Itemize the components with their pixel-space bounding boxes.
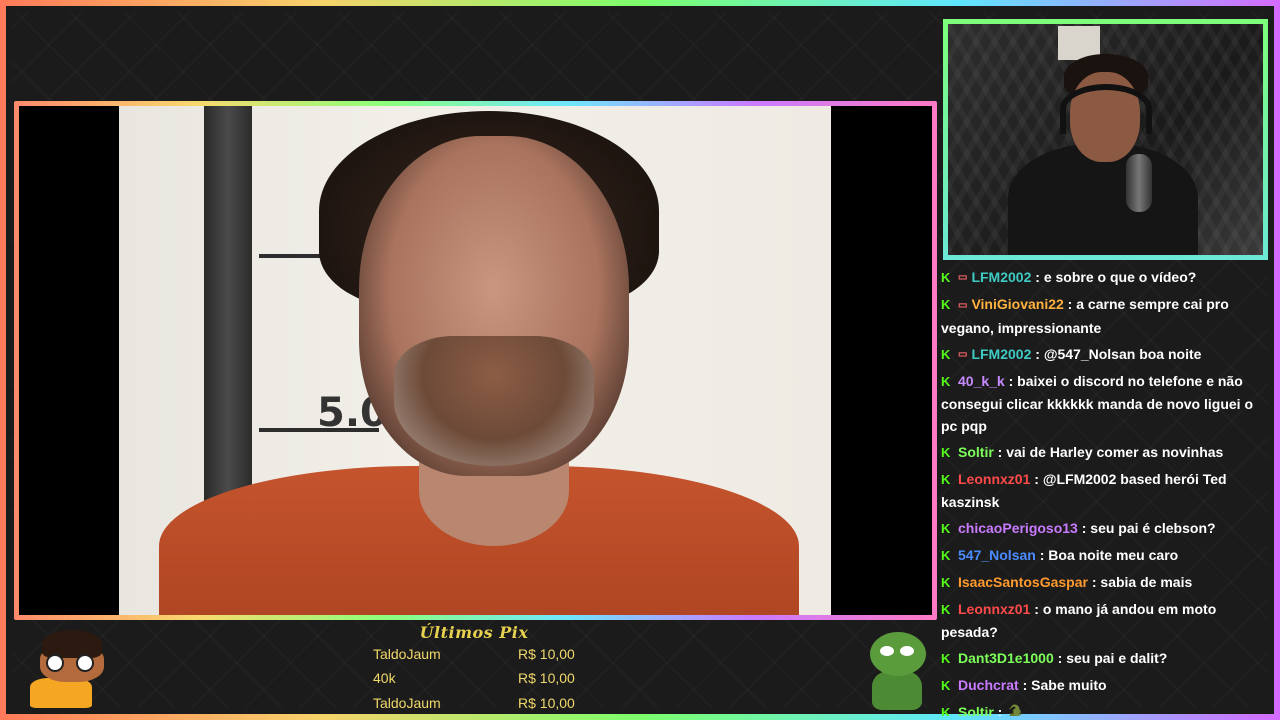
- subscriber-badge-icon: ▭: [958, 348, 968, 360]
- chat-message: K Duchcrat : Sabe muito: [941, 674, 1271, 697]
- chat-message: K ▭ LFM2002 : @547_Nolsan boa noite: [941, 343, 1271, 366]
- pix-amount: R$ 10,00: [518, 646, 575, 662]
- chat-username[interactable]: Leonnxz01: [958, 601, 1030, 617]
- chat-text: sabia de mais: [1100, 573, 1193, 590]
- chat-username[interactable]: IsaacSantosGaspar: [958, 574, 1088, 590]
- webcam-feed[interactable]: [948, 24, 1263, 255]
- chat-username[interactable]: LFM2002: [971, 346, 1031, 362]
- pepe-frog-icon: [866, 632, 928, 712]
- main-video[interactable]: 5 5.0: [19, 106, 932, 615]
- chat-message: K IsaacSantosGaspar : sabia de mais: [941, 571, 1271, 594]
- chat-text: @547_Nolsan boa noite: [1043, 345, 1202, 362]
- headset-icon: [1060, 84, 1152, 134]
- chat-message: K Dant3D1e1000 : seu pai e dalit?: [941, 647, 1271, 670]
- chat-message: K Soltir : vai de Harley comer as novinha…: [941, 441, 1271, 464]
- chat-username[interactable]: LFM2002: [971, 269, 1031, 285]
- kick-badge-icon: K: [941, 677, 951, 693]
- chat-message: K ▭ ViniGiovani22 : a carne sempre cai pro…: [941, 296, 1229, 336]
- kick-badge-icon: K: [941, 346, 951, 362]
- kick-badge-icon: K: [941, 547, 951, 563]
- mugshot-image: 5 5.0: [119, 106, 831, 615]
- pix-row: TaldoJaum R$ 10,00: [373, 695, 583, 715]
- microphone-icon: [1126, 154, 1152, 212]
- chat-username[interactable]: chicaoPerigoso13: [958, 520, 1078, 536]
- chat-message: K ▭ LFM2002 : e sobre o que o vídeo?: [941, 266, 1271, 289]
- kick-badge-icon: K: [941, 520, 951, 536]
- kick-badge-icon: K: [941, 297, 951, 313]
- chat-text: vai de Harley comer as novinhas: [1006, 443, 1224, 460]
- kick-badge-icon: K: [941, 574, 951, 590]
- chat-text: seu pai é clebson?: [1090, 519, 1216, 536]
- chat-username[interactable]: Duchcrat: [958, 677, 1019, 693]
- pix-donor-name: TaldoJaum: [373, 695, 441, 711]
- pix-amount: R$ 10,00: [518, 670, 575, 686]
- mascot-character-icon: [26, 630, 108, 710]
- chat-message: K Leonnxz01 : @LFM2002 based herói Ted ka…: [941, 470, 1227, 510]
- chat-panel: K ▭ LFM2002 : e sobre o que o vídeo? K ▭ Vini…: [941, 266, 1271, 716]
- chat-text: e sobre o que o vídeo?: [1043, 269, 1197, 285]
- chat-text: seu pai e dalit?: [1066, 649, 1168, 666]
- pix-donor-name: TaldoJaum: [373, 646, 441, 662]
- chat-username[interactable]: Soltir: [958, 704, 994, 716]
- subscriber-badge-icon: ▭: [958, 272, 968, 284]
- pix-amount: R$ 10,00: [518, 695, 575, 711]
- pix-donor-name: 40k: [373, 670, 396, 686]
- chat-text: Boa noite meu caro: [1048, 546, 1179, 563]
- kick-badge-icon: K: [941, 601, 951, 617]
- chat-text: 🐊: [1006, 703, 1024, 716]
- chat-text: Sabe muito: [1031, 676, 1107, 693]
- chat-message: K Soltir : 🐊: [941, 701, 1271, 716]
- pix-row: TaldoJaum R$ 10,00: [373, 646, 583, 666]
- kick-badge-icon: K: [941, 650, 951, 666]
- kick-badge-icon: K: [941, 471, 951, 487]
- main-video-frame: 5 5.0: [14, 101, 937, 620]
- chat-message: K 547_Nolsan : Boa noite meu caro: [941, 544, 1271, 567]
- chat-message: K 40_k_k : baixei o discord no telefone e…: [941, 372, 1253, 434]
- chat-message: KchicaoPerigoso13 : seu pai é clebson?: [941, 517, 1271, 540]
- subscriber-badge-icon: ▭: [958, 299, 968, 311]
- chat-username[interactable]: ViniGiovani22: [971, 296, 1063, 312]
- chat-username[interactable]: Dant3D1e1000: [958, 650, 1054, 666]
- chat-message: K Leonnxz01 : o mano já andou em moto pes…: [941, 600, 1217, 640]
- kick-badge-icon: K: [941, 704, 951, 716]
- kick-badge-icon: K: [941, 373, 951, 389]
- chat-username[interactable]: Soltir: [958, 444, 994, 460]
- chat-username[interactable]: 40_k_k: [958, 373, 1005, 389]
- chat-username[interactable]: Leonnxz01: [958, 471, 1030, 487]
- webcam-frame: [943, 19, 1268, 260]
- kick-badge-icon: K: [941, 444, 951, 460]
- pix-title: Últimos Pix: [419, 623, 529, 642]
- kick-badge-icon: K: [941, 270, 951, 285]
- chat-username[interactable]: 547_Nolsan: [958, 547, 1036, 563]
- pix-row: 40k R$ 10,00: [373, 670, 583, 690]
